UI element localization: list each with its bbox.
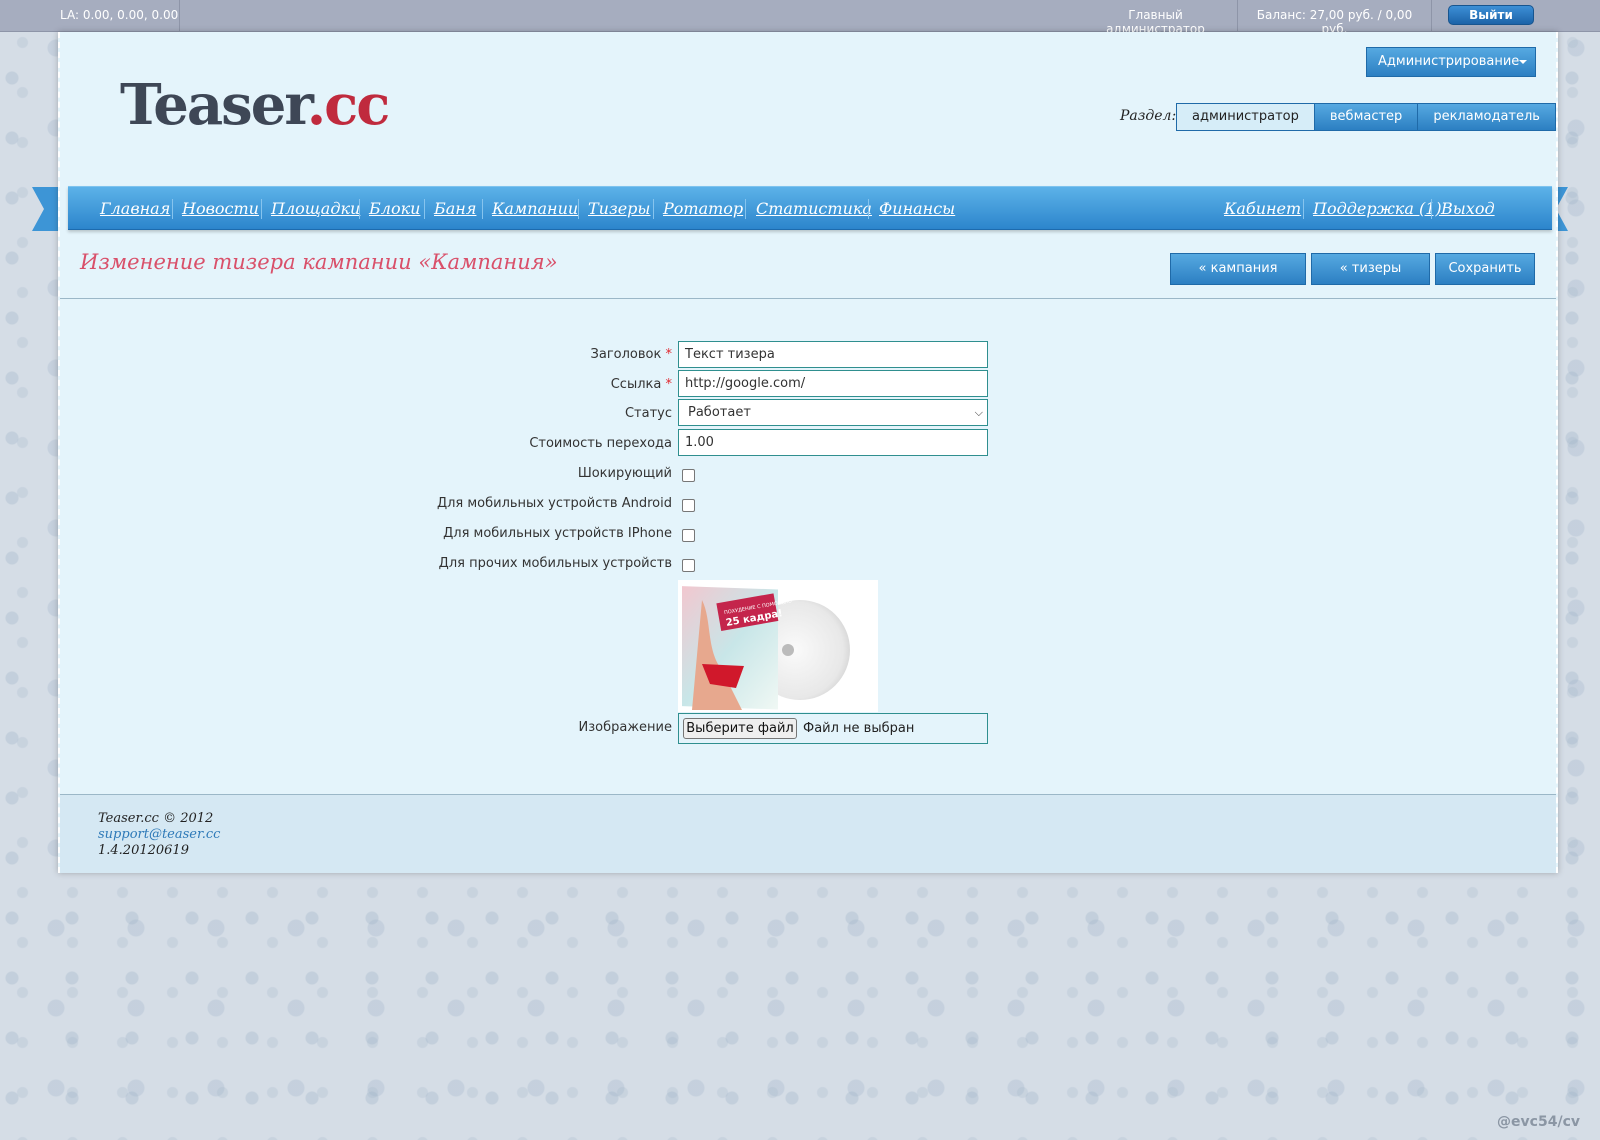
current-user: Главный администратор xyxy=(1074,0,1238,36)
nav-blocks[interactable]: Блоки xyxy=(369,199,420,218)
teaser-image: ПОХУДЕНИЕ С ПОМОЩЬЮ 25 кадра! xyxy=(678,580,878,712)
status-label: Статус xyxy=(624,406,672,421)
link-label-text: Ссылка xyxy=(610,377,662,392)
nav-separator xyxy=(653,199,654,219)
section-webmaster[interactable]: вебмастер xyxy=(1313,104,1418,130)
nav-cabinet[interactable]: Кабинет xyxy=(1224,199,1301,218)
teaser-image-preview: ПОХУДЕНИЕ С ПОМОЩЬЮ 25 кадра! xyxy=(678,580,878,712)
nav-support[interactable]: Поддержка (1) xyxy=(1313,199,1442,218)
section-switcher: администратор вебмастер рекламодатель xyxy=(1176,103,1556,131)
section-label: Раздел: xyxy=(1120,108,1177,124)
footer: Teaser.cc © 2012 support@teaser.cc 1.4.2… xyxy=(60,794,1556,873)
balance: Баланс: 27,00 руб. / 0,00 руб. xyxy=(1238,0,1432,36)
nav-news[interactable]: Новости xyxy=(182,199,259,218)
page-container: Teaser.cc Администрирование Раздел: адми… xyxy=(58,32,1558,873)
nav-teasers[interactable]: Тизеры xyxy=(588,199,650,218)
other-mobile-checkbox[interactable] xyxy=(682,559,695,572)
back-to-teasers-button[interactable]: « тизеры xyxy=(1311,253,1430,285)
cost-label: Стоимость перехода xyxy=(529,436,672,451)
admin-menu-label: Администрирование xyxy=(1378,54,1520,69)
nav-separator xyxy=(261,199,262,219)
footer-version: 1.4.20120619 xyxy=(98,843,189,858)
logout-button[interactable]: Выйти xyxy=(1448,5,1534,25)
required-mark: * xyxy=(665,377,673,392)
nav-separator xyxy=(1431,199,1432,219)
admin-menu-dropdown[interactable]: Администрирование xyxy=(1366,47,1536,77)
title-label: Заголовок * xyxy=(196,347,672,362)
nav-separator xyxy=(424,199,425,219)
top-bar: LA: 0.00, 0.00, 0.00 Главный администрат… xyxy=(0,0,1600,36)
shocking-checkbox[interactable] xyxy=(682,469,695,482)
cost-input[interactable]: 1.00 xyxy=(678,429,988,456)
divider xyxy=(60,298,1556,299)
title-input[interactable]: Текст тизера xyxy=(678,341,988,368)
footer-email-link[interactable]: support@teaser.cc xyxy=(98,827,220,842)
site-logo[interactable]: Teaser.cc xyxy=(120,72,391,138)
image-file-input[interactable]: Выберите файл Файл не выбран xyxy=(678,713,988,744)
link-label: Ссылка * xyxy=(196,377,672,392)
section-advertiser[interactable]: рекламодатель xyxy=(1417,104,1555,130)
nav-separator xyxy=(172,199,173,219)
nav-sites[interactable]: Площадки xyxy=(271,199,360,218)
footer-copyright: Teaser.cc © 2012 xyxy=(98,811,214,826)
other-mobile-label: Для прочих мобильных устройств xyxy=(438,556,672,571)
nav-separator xyxy=(359,199,360,219)
main-nav: Главная Новости Площадки Блоки Баня Камп… xyxy=(68,186,1552,230)
shocking-label: Шокирующий xyxy=(577,466,672,481)
back-to-campaign-button[interactable]: « кампания xyxy=(1170,253,1306,285)
nav-rotator[interactable]: Ротатор xyxy=(663,199,743,218)
page-title: Изменение тизера кампании «Кампания» xyxy=(80,250,558,274)
nav-separator xyxy=(1303,199,1304,219)
nav-separator xyxy=(745,199,746,219)
nav-home[interactable]: Главная xyxy=(100,199,170,218)
nav-exit[interactable]: Выход xyxy=(1441,199,1495,218)
nav-finances[interactable]: Финансы xyxy=(879,199,955,218)
load-average: LA: 0.00, 0.00, 0.00 xyxy=(0,0,180,32)
logo-suffix: .cc xyxy=(306,72,391,138)
nav-banya[interactable]: Баня xyxy=(434,199,476,218)
nav-statistics[interactable]: Статистика xyxy=(756,199,872,218)
image-label: Изображение xyxy=(578,720,672,735)
nav-separator xyxy=(868,199,869,219)
file-status: Файл не выбран xyxy=(803,721,915,736)
watermark: @evc54/cv xyxy=(1497,1114,1580,1130)
save-button[interactable]: Сохранить xyxy=(1435,253,1535,285)
chevron-down-icon: ⌵ xyxy=(974,406,983,419)
title-label-text: Заголовок xyxy=(590,347,662,362)
android-label: Для мобильных устройств Android xyxy=(436,496,672,511)
status-selected-value: Работает xyxy=(688,405,751,420)
android-checkbox[interactable] xyxy=(682,499,695,512)
required-mark: * xyxy=(665,347,673,362)
iphone-label: Для мобильных устройств IPhone xyxy=(443,526,672,541)
nav-separator xyxy=(578,199,579,219)
nav-separator xyxy=(482,199,483,219)
nav-campaigns[interactable]: Кампании xyxy=(492,199,578,218)
status-select[interactable]: Работает ⌵ xyxy=(678,399,988,426)
iphone-checkbox[interactable] xyxy=(682,529,695,542)
caret-down-icon xyxy=(1519,60,1527,64)
link-input[interactable]: http://google.com/ xyxy=(678,370,988,397)
choose-file-button[interactable]: Выберите файл xyxy=(683,718,797,739)
section-admin[interactable]: администратор xyxy=(1177,104,1314,130)
logo-main: Teaser xyxy=(120,72,309,138)
